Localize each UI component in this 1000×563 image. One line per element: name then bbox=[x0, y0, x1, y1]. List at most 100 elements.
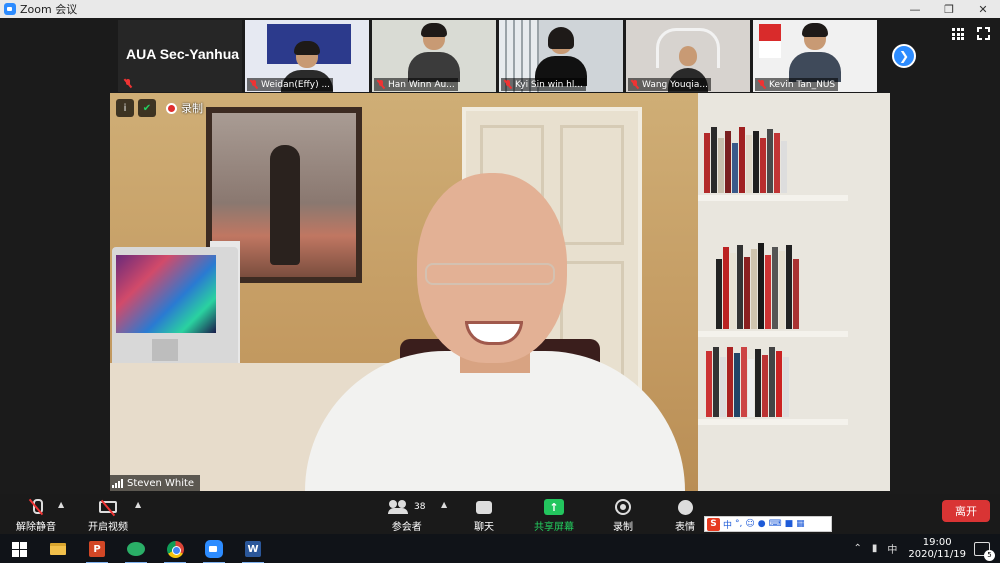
record-label: 录制 bbox=[613, 522, 633, 533]
recording-label: 录制 bbox=[181, 102, 203, 115]
meeting-area: AUA Sec-Yanhua Weidan(Effy) ... Han Winn… bbox=[0, 18, 1000, 494]
share-screen-button[interactable]: ↑ 共享屏幕 bbox=[534, 496, 574, 533]
participant-tile[interactable]: Wang Youqia... bbox=[626, 20, 750, 92]
unmute-button[interactable]: 解除静音 bbox=[16, 496, 56, 533]
speaker-label: Steven White bbox=[110, 475, 201, 491]
clock-time: 19:00 bbox=[922, 536, 952, 548]
participant-video bbox=[789, 23, 841, 82]
input-language[interactable]: 中 bbox=[887, 541, 897, 556]
participant-label: Kyi Sin win hl... bbox=[501, 78, 586, 91]
close-button[interactable]: ✕ bbox=[966, 0, 1000, 18]
unmute-label: 解除静音 bbox=[16, 522, 56, 533]
participants-icon bbox=[388, 500, 408, 514]
chevron-up-icon[interactable]: ⌃ bbox=[853, 543, 861, 554]
sogou-logo-icon: S bbox=[707, 517, 720, 531]
participant-tile-host[interactable]: AUA Sec-Yanhua bbox=[118, 20, 242, 92]
clock-date: 2020/11/19 bbox=[908, 548, 966, 560]
word-icon[interactable]: W bbox=[242, 538, 264, 563]
meeting-toolbar: 解除静音 ▲ 开启视频 ▲ 38 参会者 ▲ 聊天 ↑ 共享屏幕 录制 表情 S… bbox=[0, 494, 1000, 534]
wechat-icon[interactable] bbox=[125, 538, 147, 563]
title-bar: Zoom 会议 — ❐ ✕ bbox=[0, 0, 1000, 18]
reactions-label: 表情 bbox=[675, 522, 695, 533]
start-video-button[interactable]: 开启视频 bbox=[88, 496, 128, 533]
participant-tile[interactable]: Han Winn Au... bbox=[372, 20, 496, 92]
window-title: Zoom 会议 bbox=[20, 3, 78, 16]
signal-bars-icon bbox=[112, 478, 123, 488]
participant-name: Kyi Sin win hl... bbox=[515, 79, 583, 90]
gallery-view-icon[interactable] bbox=[952, 28, 964, 40]
zoom-app: Zoom 会议 — ❐ ✕ AUA Sec-Yanhua Weidan(Effy… bbox=[0, 0, 1000, 563]
participant-name: Wang Youqia... bbox=[642, 79, 708, 90]
share-screen-icon: ↑ bbox=[544, 499, 564, 515]
participant-label: Weidan(Effy) ... bbox=[247, 78, 334, 91]
minimize-button[interactable]: — bbox=[898, 0, 932, 18]
chat-button[interactable]: 聊天 bbox=[474, 496, 494, 533]
mic-muted-icon bbox=[377, 80, 385, 89]
record-button[interactable]: 录制 bbox=[613, 496, 633, 533]
zoom-app-icon[interactable] bbox=[203, 538, 225, 563]
record-icon bbox=[615, 499, 631, 515]
imac-computer bbox=[112, 247, 238, 367]
participant-name: AUA Sec-Yanhua bbox=[126, 46, 240, 62]
leave-meeting-button[interactable]: 离开 bbox=[942, 500, 990, 522]
system-tray: ⌃ ▮ 中 19:00 2020/11/19 5 bbox=[848, 534, 1000, 563]
mic-muted-icon bbox=[250, 80, 258, 89]
recording-indicator[interactable]: 录制 bbox=[166, 100, 203, 116]
record-dot-icon bbox=[166, 102, 177, 114]
restore-button[interactable]: ❐ bbox=[932, 0, 966, 18]
skin-icon[interactable]: ■ bbox=[785, 519, 794, 529]
share-screen-label: 共享屏幕 bbox=[534, 522, 574, 533]
zoom-logo-icon bbox=[4, 3, 16, 15]
participant-name: Weidan(Effy) ... bbox=[261, 79, 331, 90]
video-options-caret[interactable]: ▲ bbox=[135, 500, 141, 509]
flag-background bbox=[759, 24, 781, 58]
participant-tile[interactable]: Kyi Sin win hl... bbox=[499, 20, 623, 92]
mic-muted-icon bbox=[504, 80, 512, 89]
clock[interactable]: 19:00 2020/11/19 bbox=[908, 537, 966, 561]
file-explorer-icon[interactable] bbox=[47, 538, 69, 560]
reactions-button[interactable]: 表情 bbox=[675, 496, 695, 533]
participants-options-caret[interactable]: ▲ bbox=[441, 500, 447, 509]
participants-button[interactable]: 38 参会者 bbox=[388, 496, 425, 533]
mic-muted-icon bbox=[124, 79, 132, 88]
punctuation-icon[interactable]: °, bbox=[735, 519, 742, 529]
chevron-right-icon[interactable]: ❯ bbox=[892, 44, 916, 68]
windows-start-icon[interactable] bbox=[8, 538, 30, 560]
toolbox-icon[interactable]: ▦ bbox=[796, 519, 805, 529]
powerpoint-icon[interactable]: P bbox=[86, 538, 108, 563]
participant-label: Kevin Tan_NUS bbox=[755, 78, 839, 91]
participant-tile[interactable]: Weidan(Effy) ... bbox=[245, 20, 369, 92]
ime-toolbar[interactable]: S 中 °, ☺ ● ⌨ ■ ▦ bbox=[704, 516, 832, 532]
reaction-smiley-icon bbox=[677, 499, 693, 515]
bookshelf bbox=[698, 93, 890, 491]
participant-name: Han Winn Au... bbox=[388, 79, 455, 90]
gallery-strip: AUA Sec-Yanhua Weidan(Effy) ... Han Winn… bbox=[118, 20, 877, 92]
speaker-person bbox=[305, 173, 685, 491]
battery-icon[interactable]: ▮ bbox=[872, 543, 878, 554]
mic-muted-icon bbox=[631, 80, 639, 89]
info-icon[interactable]: i bbox=[116, 99, 134, 117]
chrome-icon[interactable] bbox=[164, 538, 186, 563]
voice-input-icon[interactable]: ● bbox=[758, 519, 766, 529]
camera-off-icon bbox=[99, 501, 117, 513]
chat-icon bbox=[476, 500, 492, 514]
notification-icon[interactable]: 5 bbox=[974, 541, 995, 561]
shield-icon[interactable]: ✔ bbox=[138, 99, 156, 117]
participant-label: Han Winn Au... bbox=[374, 78, 458, 91]
mic-muted-icon bbox=[758, 80, 766, 89]
windows-taskbar: P W ⌃ ▮ 中 19:00 2020/11/19 5 bbox=[0, 534, 1000, 563]
participant-tile[interactable]: Kevin Tan_NUS bbox=[753, 20, 877, 92]
emoji-icon[interactable]: ☺ bbox=[745, 519, 754, 529]
fullscreen-icon[interactable] bbox=[977, 27, 990, 40]
participants-label: 参会者 bbox=[391, 522, 422, 533]
active-speaker-video[interactable]: i ✔ 录制 Steven White bbox=[110, 93, 890, 491]
participant-video bbox=[408, 23, 460, 82]
mic-off-icon bbox=[30, 499, 43, 515]
notification-count: 5 bbox=[984, 549, 995, 561]
keyboard-icon[interactable]: ⌨ bbox=[769, 519, 782, 529]
chat-label: 聊天 bbox=[474, 522, 494, 533]
window-controls: — ❐ ✕ bbox=[898, 0, 1000, 18]
audio-options-caret[interactable]: ▲ bbox=[58, 500, 64, 509]
ime-mode[interactable]: 中 bbox=[723, 518, 732, 531]
start-video-label: 开启视频 bbox=[88, 522, 128, 533]
